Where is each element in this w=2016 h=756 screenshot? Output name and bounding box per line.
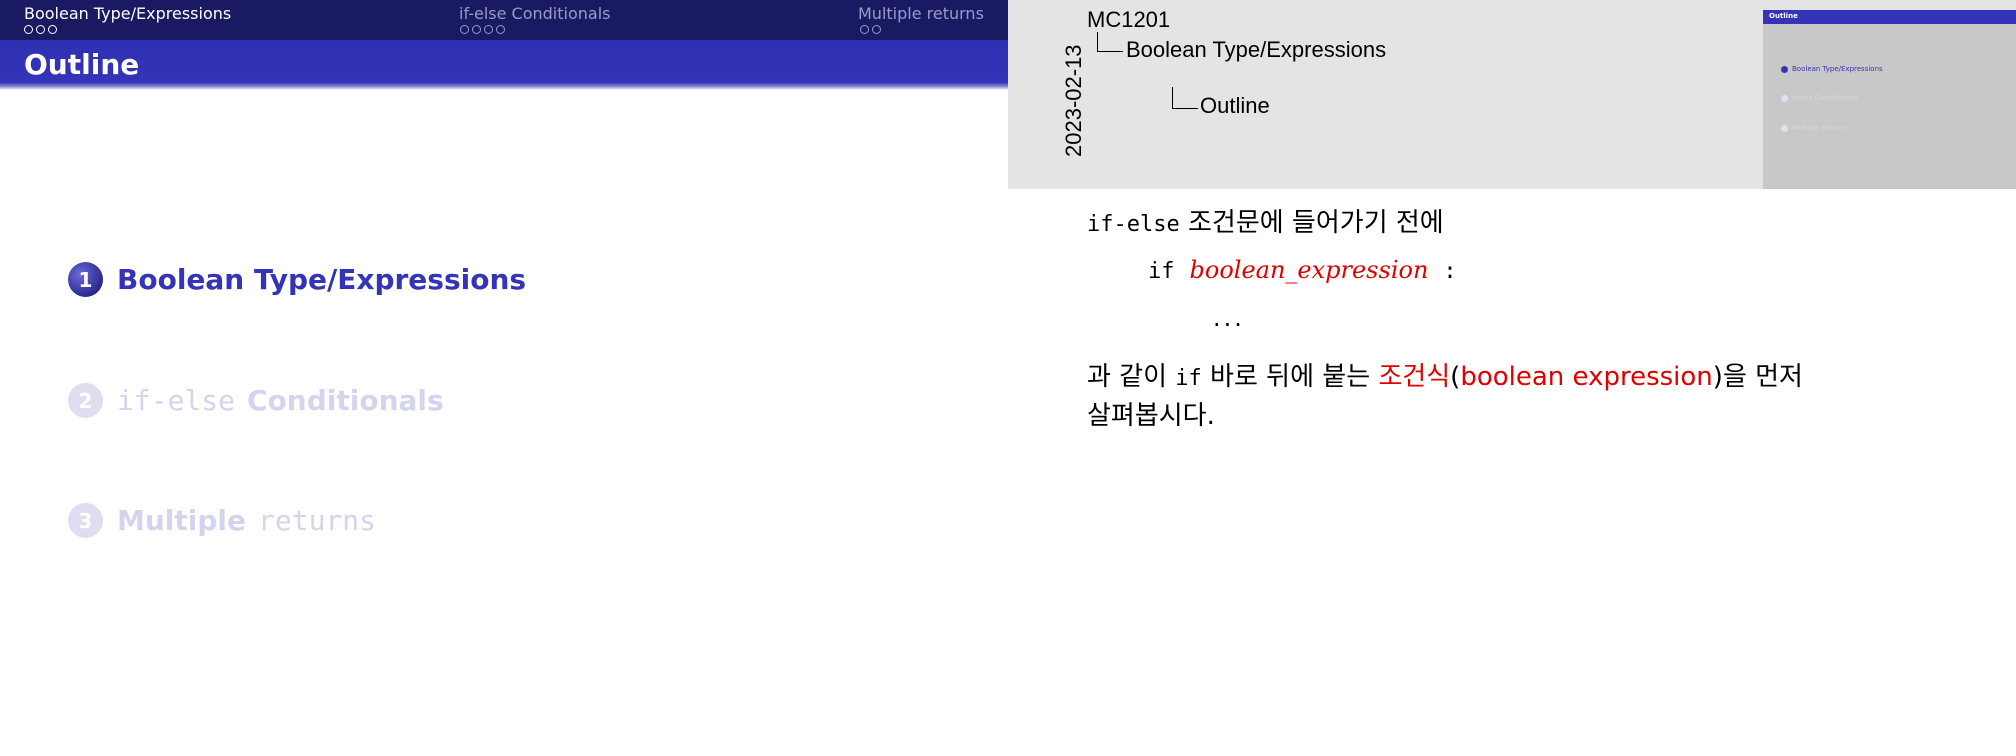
toc-code: returns (258, 504, 377, 537)
nav-section-boolean[interactable]: Boolean Type/Expressions (24, 4, 231, 23)
nav-dot[interactable] (460, 25, 469, 34)
highlight-term-english: boolean expression (1460, 362, 1713, 392)
breadcrumb-connector (1097, 32, 1123, 52)
nav-dots-multiple-returns (860, 25, 881, 34)
code-ellipsis: ... (1213, 304, 1245, 332)
toc-item-if-else[interactable]: 2 if-else Conditionals (68, 383, 444, 418)
nav-dot[interactable] (872, 25, 881, 34)
nav-dot[interactable] (496, 25, 505, 34)
nav-dots-boolean (24, 25, 57, 34)
note-text: 조건문에 들어가기 전에 (1179, 208, 1444, 238)
toc-number-badge: 1 (68, 262, 103, 297)
note-text: ) (1712, 362, 1723, 392)
thumbnail-bullet-icon (1781, 124, 1788, 132)
toc-label: Boolean Type/Expressions (117, 263, 527, 296)
inline-code: if-else (1087, 212, 1180, 237)
note-text: 을 먼저 (1722, 362, 1803, 392)
breadcrumb-frame: Outline (1200, 93, 1270, 118)
highlight-term: 조건식 (1378, 362, 1451, 392)
thumbnail-toc-item: Boolean Type/Expressions (1781, 65, 1883, 73)
code-colon: : (1443, 259, 1457, 284)
nav-dot[interactable] (472, 25, 481, 34)
slide: Boolean Type/Expressions if-else Conditi… (0, 0, 1008, 756)
note-explanation-line: 과 같이 if 바로 뒤에 붙는 조건식(boolean expression)… (1087, 356, 1803, 393)
toc-label: Conditionals (247, 384, 444, 417)
toc-label: Multiple (117, 504, 247, 537)
nav-dot[interactable] (48, 25, 57, 34)
breadcrumb-section: Boolean Type/Expressions (1126, 37, 1387, 62)
note-intro-line: if-else 조건문에 들어가기 전에 (1087, 202, 1444, 239)
toc-item-multiple-returns[interactable]: 3 Multiple returns (68, 503, 376, 538)
date-label: 2023-02-13 (1061, 44, 1086, 157)
frame-title: Outline (24, 48, 140, 81)
note-closing-line: 살펴봅시다. (1087, 401, 1215, 431)
toc-code: if-else (117, 384, 236, 417)
toc-item-boolean[interactable]: 1 Boolean Type/Expressions (68, 262, 526, 297)
nav-dot[interactable] (36, 25, 45, 34)
code-keyword: if (1148, 259, 1175, 284)
nav-section-if-else[interactable]: if-else Conditionals (459, 4, 610, 23)
note-text: ( (1450, 362, 1461, 392)
breadcrumb-course: MC1201 (1087, 7, 1171, 32)
slide-thumbnail[interactable]: Outline Boolean Type/Expressions if-else… (1763, 10, 2016, 189)
nav-dot[interactable] (24, 25, 33, 34)
thumbnail-title: Outline (1769, 12, 1798, 20)
navigation-bar: Boolean Type/Expressions if-else Conditi… (0, 0, 1008, 40)
nav-dot[interactable] (484, 25, 493, 34)
nav-section-multiple-returns[interactable]: Multiple returns (858, 4, 984, 23)
code-expression: boolean_expression (1189, 256, 1429, 284)
note-text: 바로 뒤에 붙는 (1201, 362, 1379, 392)
thumbnail-bullet-icon (1781, 94, 1788, 102)
breadcrumb-connector (1172, 87, 1198, 109)
thumbnail-toc-item: if-else Conditionals (1781, 94, 1858, 102)
thumbnail-toc-label: Boolean Type/Expressions (1792, 65, 1883, 73)
thumbnail-toc-label: Multiple returns (1792, 124, 1848, 132)
thumbnail-toc-item: Multiple returns (1781, 124, 1847, 132)
thumbnail-title-bar (1763, 10, 2016, 24)
title-bar (0, 40, 1008, 90)
toc-number-badge: 2 (68, 383, 103, 418)
thumbnail-bullet-icon (1781, 65, 1788, 73)
nav-dot[interactable] (860, 25, 869, 34)
nav-dots-if-else (460, 25, 505, 34)
toc-number-badge: 3 (68, 503, 103, 538)
inline-code: if (1175, 366, 1202, 391)
thumbnail-toc-label: if-else Conditionals (1792, 94, 1859, 102)
code-example: if boolean_expression : (1148, 256, 1457, 284)
note-text: 과 같이 (1087, 362, 1176, 392)
